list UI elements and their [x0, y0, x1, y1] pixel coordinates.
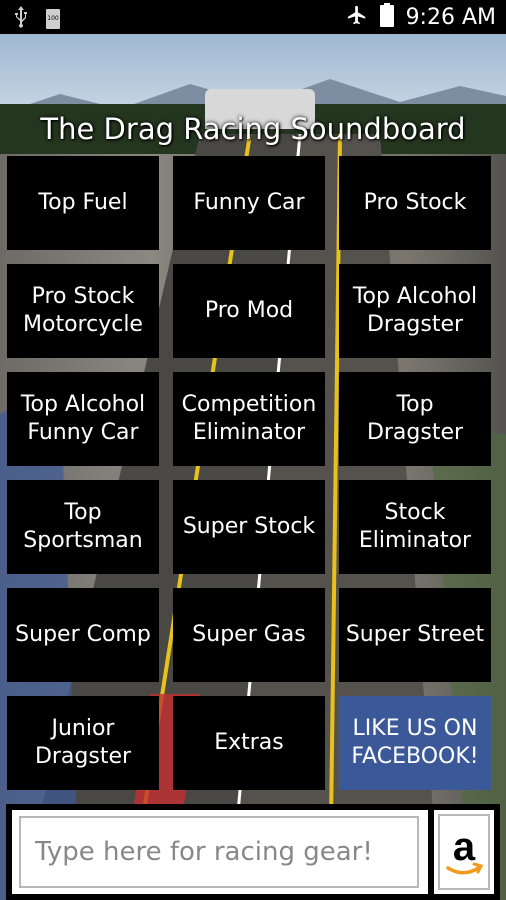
- usb-icon: [14, 6, 28, 32]
- junior-dragster-button[interactable]: Junior Dragster: [7, 696, 159, 790]
- pro-stock-motorcycle-button[interactable]: Pro Stock Motorcycle: [7, 264, 159, 358]
- top-sportsman-button[interactable]: Top Sportsman: [7, 480, 159, 574]
- pro-stock-button[interactable]: Pro Stock: [339, 156, 491, 250]
- super-comp-button[interactable]: Super Comp: [7, 588, 159, 682]
- top-fuel-button[interactable]: Top Fuel: [7, 156, 159, 250]
- funny-car-button[interactable]: Funny Car: [173, 156, 325, 250]
- battery-icon: 100: [46, 9, 60, 29]
- search-input[interactable]: [19, 816, 419, 888]
- amazon-icon: a: [446, 825, 484, 875]
- top-alcohol-dragster-button[interactable]: Top Alcohol Dragster: [339, 264, 491, 358]
- clock: 9:26 AM: [405, 4, 496, 30]
- top-alcohol-funny-car-button[interactable]: Top Alcohol Funny Car: [7, 372, 159, 466]
- top-dragster-button[interactable]: Top Dragster: [339, 372, 491, 466]
- competition-eliminator-button[interactable]: Competition Eliminator: [173, 372, 325, 466]
- super-gas-button[interactable]: Super Gas: [173, 588, 325, 682]
- sound-button-grid: Top Fuel Funny Car Pro Stock Pro Stock M…: [7, 156, 492, 790]
- super-street-button[interactable]: Super Street: [339, 588, 491, 682]
- app-title: The Drag Racing Soundboard: [40, 112, 466, 146]
- extras-button[interactable]: Extras: [173, 696, 325, 790]
- pro-mod-button[interactable]: Pro Mod: [173, 264, 325, 358]
- airplane-mode-icon: [346, 4, 368, 30]
- svg-text:a: a: [453, 825, 476, 869]
- amazon-button[interactable]: a: [434, 810, 494, 894]
- status-bar: 100 9:26 AM: [0, 0, 506, 34]
- search-bar: a: [6, 804, 500, 900]
- search-box: [12, 810, 428, 894]
- battery-full-icon: [379, 3, 394, 31]
- stock-eliminator-button[interactable]: Stock Eliminator: [339, 480, 491, 574]
- like-on-facebook-button[interactable]: LIKE US ON FACEBOOK!: [339, 696, 491, 790]
- super-stock-button[interactable]: Super Stock: [173, 480, 325, 574]
